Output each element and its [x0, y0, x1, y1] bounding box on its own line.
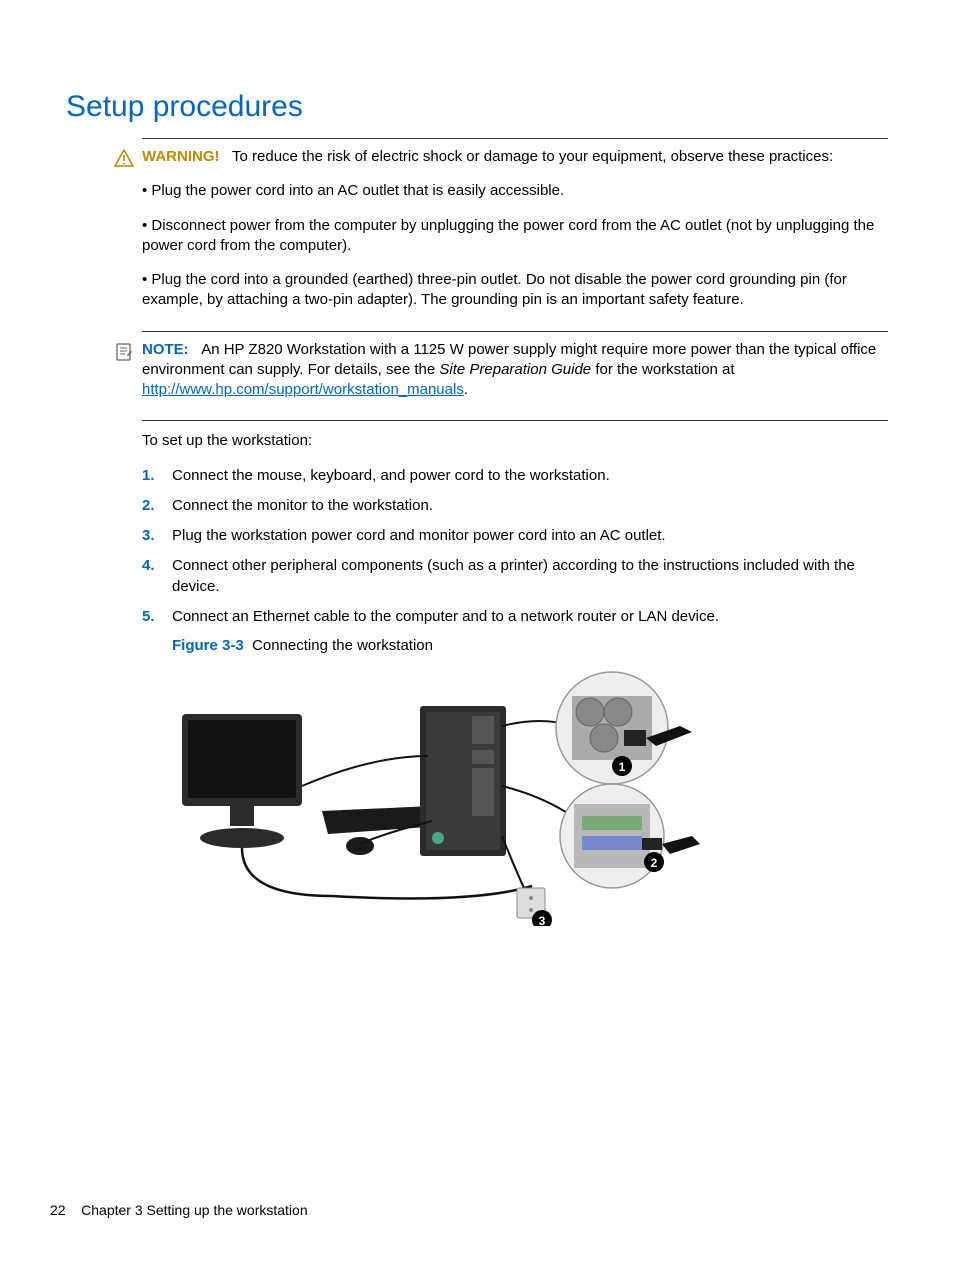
- step-text: Connect the monitor to the workstation.: [172, 496, 888, 516]
- page-footer: 22 Chapter 3 Setting up the workstation: [50, 1202, 308, 1218]
- warning-label: WARNING!: [142, 148, 220, 165]
- step-number: 4.: [142, 556, 172, 597]
- note-text: NOTE: An HP Z820 Workstation with a 1125…: [142, 340, 888, 401]
- note-period: .: [464, 381, 468, 398]
- figure-caption: Figure 3-3 Connecting the workstation: [172, 637, 888, 654]
- step-2: 2. Connect the monitor to the workstatio…: [142, 496, 888, 516]
- warning-intro-text: To reduce the risk of electric shock or …: [232, 148, 833, 165]
- warning-bullet-0: • Plug the power cord into an AC outlet …: [142, 181, 888, 201]
- divider: [142, 331, 888, 332]
- step-text: Connect other peripheral components (suc…: [172, 556, 888, 597]
- step-number: 1.: [142, 466, 172, 486]
- step-text: Connect an Ethernet cable to the compute…: [172, 607, 888, 627]
- note-icon: [114, 342, 138, 366]
- figure-caption-text: Connecting the workstation: [252, 637, 433, 654]
- step-text: Connect the mouse, keyboard, and power c…: [172, 466, 888, 486]
- chapter-label: Chapter 3 Setting up the workstation: [81, 1202, 307, 1218]
- figure-image: 1 2 3: [172, 666, 888, 926]
- step-number: 2.: [142, 496, 172, 516]
- setup-intro: To set up the workstation:: [142, 431, 888, 451]
- step-5: 5. Connect an Ethernet cable to the comp…: [142, 607, 888, 627]
- step-1: 1. Connect the mouse, keyboard, and powe…: [142, 466, 888, 486]
- step-number: 5.: [142, 607, 172, 627]
- figure-label: Figure 3-3: [172, 637, 244, 654]
- note-link[interactable]: http://www.hp.com/support/workstation_ma…: [142, 381, 464, 398]
- callout-1: 1: [619, 760, 626, 774]
- step-text: Plug the workstation power cord and moni…: [172, 526, 888, 546]
- divider: [142, 420, 888, 421]
- warning-bullet-2: • Plug the cord into a grounded (earthed…: [142, 270, 888, 311]
- content-block: WARNING! To reduce the risk of electric …: [142, 147, 888, 926]
- page-number: 22: [50, 1202, 66, 1218]
- divider: [142, 138, 888, 139]
- step-3: 3. Plug the workstation power cord and m…: [142, 526, 888, 546]
- note-callout: NOTE: An HP Z820 Workstation with a 1125…: [142, 340, 888, 415]
- warning-intro: WARNING! To reduce the risk of electric …: [142, 147, 888, 167]
- step-4: 4. Connect other peripheral components (…: [142, 556, 888, 597]
- warning-callout: WARNING! To reduce the risk of electric …: [142, 147, 888, 325]
- callout-2: 2: [651, 856, 658, 870]
- note-body-2: for the workstation at: [591, 361, 734, 378]
- step-number: 3.: [142, 526, 172, 546]
- warning-icon: [114, 149, 138, 171]
- callout-3: 3: [539, 914, 546, 926]
- note-italic: Site Preparation Guide: [439, 361, 591, 378]
- note-label: NOTE:: [142, 341, 189, 358]
- warning-bullet-1: • Disconnect power from the computer by …: [142, 216, 888, 257]
- section-title: Setup procedures: [66, 90, 888, 124]
